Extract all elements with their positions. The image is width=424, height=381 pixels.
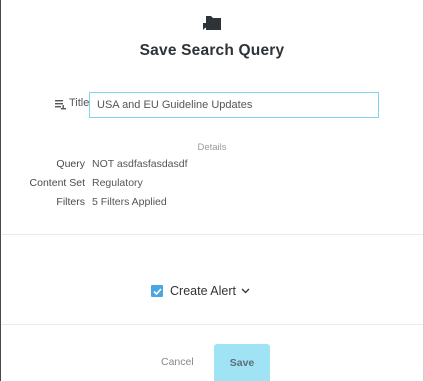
create-alert-checkbox[interactable] <box>151 285 163 297</box>
detail-row-filters: Filters 5 Filters Applied <box>1 196 423 212</box>
title-field-row: Title <box>1 92 423 118</box>
create-alert-toggle[interactable]: Create Alert <box>151 283 250 299</box>
detail-key: Content Set <box>29 177 85 189</box>
dialog-title: Save Search Query <box>139 42 285 59</box>
detail-value: NOT asdfasfasdasdf <box>92 158 188 170</box>
details-heading: Details <box>197 142 227 153</box>
detail-value: 5 Filters Applied <box>92 196 167 208</box>
save-search-dialog: Save Search Query Title Details Query NO… <box>0 0 424 381</box>
detail-key: Query <box>56 158 85 170</box>
folder-bookmark-icon <box>203 16 221 30</box>
divider <box>2 234 423 235</box>
save-button[interactable]: Save <box>214 344 270 381</box>
title-input[interactable] <box>89 92 379 118</box>
detail-row-content-set: Content Set Regulatory <box>1 177 423 193</box>
divider <box>2 324 423 325</box>
detail-row-query: Query NOT asdfasfasdasdf <box>1 158 423 174</box>
create-alert-label: Create Alert <box>170 284 237 298</box>
list-icon <box>55 100 66 110</box>
detail-value: Regulatory <box>92 177 143 189</box>
cancel-button[interactable]: Cancel <box>161 356 194 368</box>
detail-key: Filters <box>56 196 85 208</box>
checkmark-icon <box>152 287 162 295</box>
title-label: Title <box>69 97 90 109</box>
chevron-down-icon[interactable] <box>241 288 250 294</box>
